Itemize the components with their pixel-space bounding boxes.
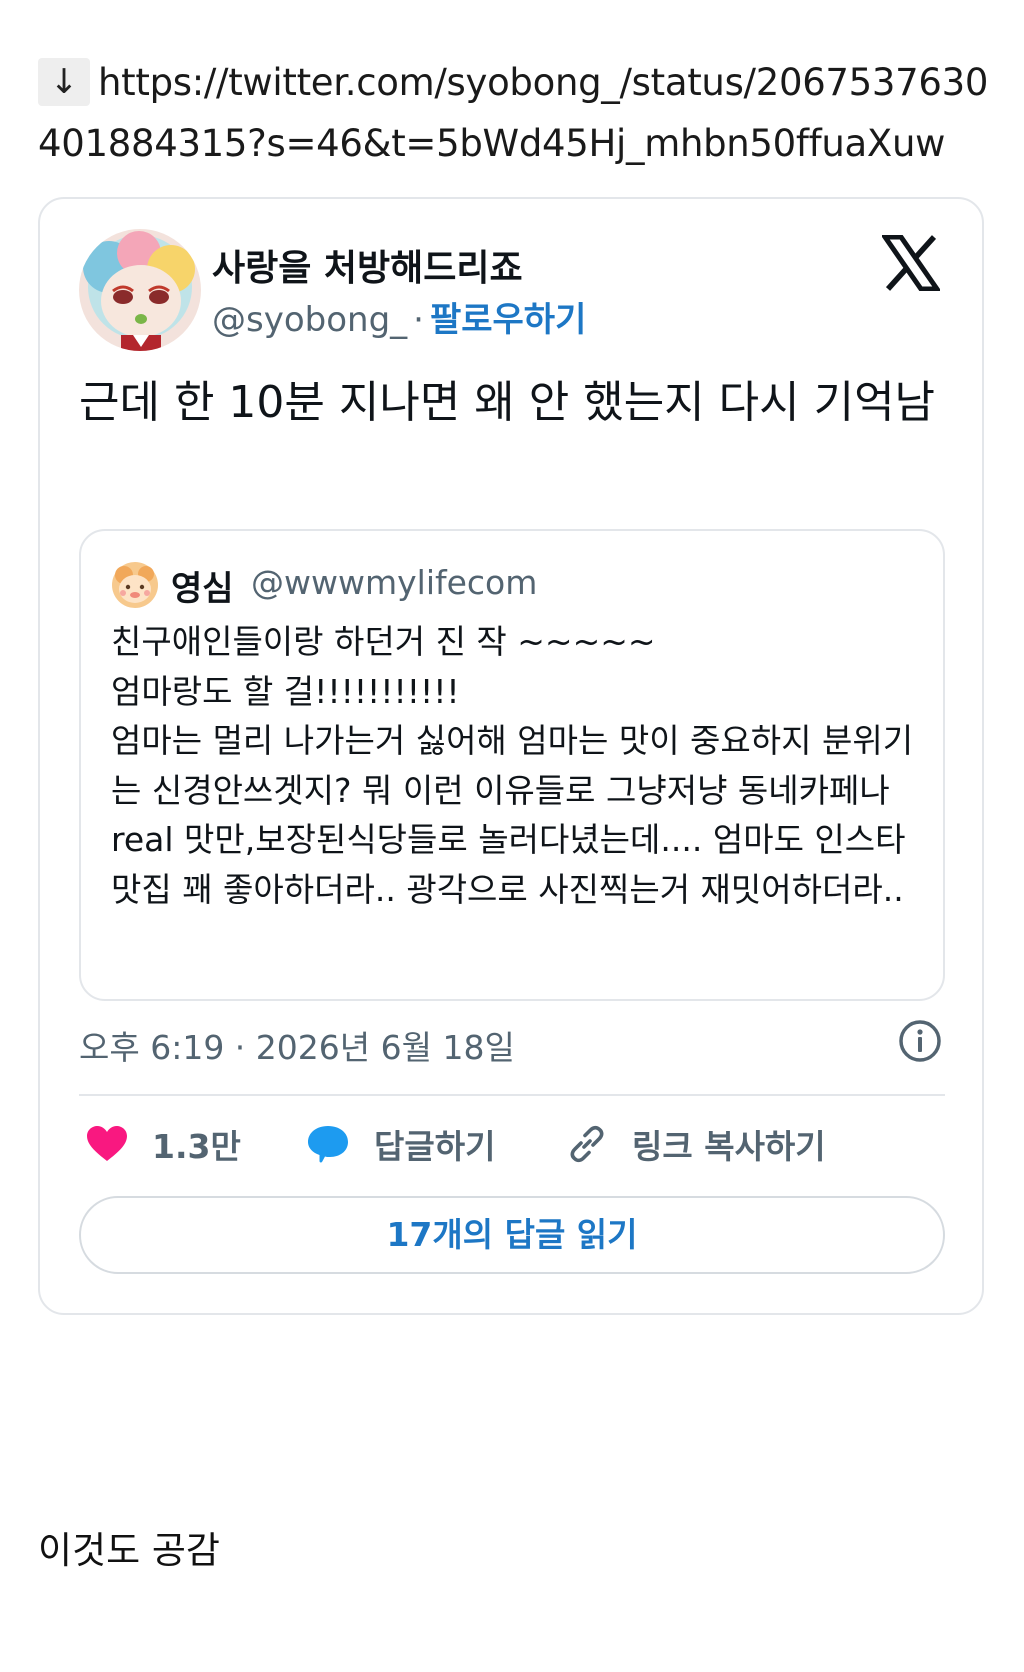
author-avatar[interactable] <box>79 229 201 351</box>
quoted-tweet[interactable]: 영심 @wwwmylifecom 친구애인들이랑 하던거 진 작 ~~~~~ 엄… <box>79 529 945 1001</box>
author-meta: @syobong_ · 팔로우하기 <box>212 292 586 341</box>
like-count: 1.3만 <box>152 1127 241 1166</box>
tweet-embed-card[interactable]: 사랑을 처방해드리죠 @syobong_ · 팔로우하기 근데 한 10분 지나면 … <box>38 197 984 1315</box>
quote-author-name[interactable]: 영심 <box>171 561 234 610</box>
down-arrow-icon: ↓ <box>38 57 90 106</box>
meta-separator: · <box>413 300 424 340</box>
speech-bubble-icon <box>308 1126 348 1163</box>
author-name[interactable]: 사랑을 처방해드리죠 <box>212 239 523 291</box>
author-handle[interactable]: @syobong_ <box>212 300 407 340</box>
tweet-text: 근데 한 10분 지나면 왜 안 했는지 다시 기억남 <box>79 377 936 428</box>
quote-author-avatar[interactable] <box>111 561 159 609</box>
link-icon <box>570 1125 604 1163</box>
reply-label: 답글하기 <box>374 1127 496 1166</box>
copy-link-button[interactable]: 링크 복사하기 <box>566 1119 826 1169</box>
heart-icon <box>87 1126 127 1161</box>
tweet-url[interactable]: https://twitter.com/syobong_/status/2067… <box>38 61 988 165</box>
quote-text: 친구애인들이랑 하던거 진 작 ~~~~~ 엄마랑도 할 걸!!!!!!!!!!… <box>111 622 914 909</box>
post-body-text: 이것도 공감 <box>38 1529 220 1572</box>
tweet-link[interactable]: ↓ https://twitter.com/syobong_/status/206… <box>38 52 998 174</box>
divider <box>79 1094 945 1096</box>
follow-button[interactable]: 팔로우하기 <box>430 300 586 340</box>
like-button[interactable]: 1.3만 <box>86 1119 241 1169</box>
reply-button[interactable]: 답글하기 <box>306 1119 495 1169</box>
read-replies-button[interactable]: 17개의 답글 읽기 <box>79 1196 945 1274</box>
info-icon[interactable] <box>898 1019 942 1063</box>
copy-link-label: 링크 복사하기 <box>632 1127 826 1166</box>
x-logo-icon[interactable] <box>880 234 942 292</box>
quote-author-handle[interactable]: @wwwmylifecom <box>251 563 537 602</box>
tweet-timestamp[interactable]: 오후 6:19 · 2026년 6월 18일 <box>79 1021 515 1069</box>
